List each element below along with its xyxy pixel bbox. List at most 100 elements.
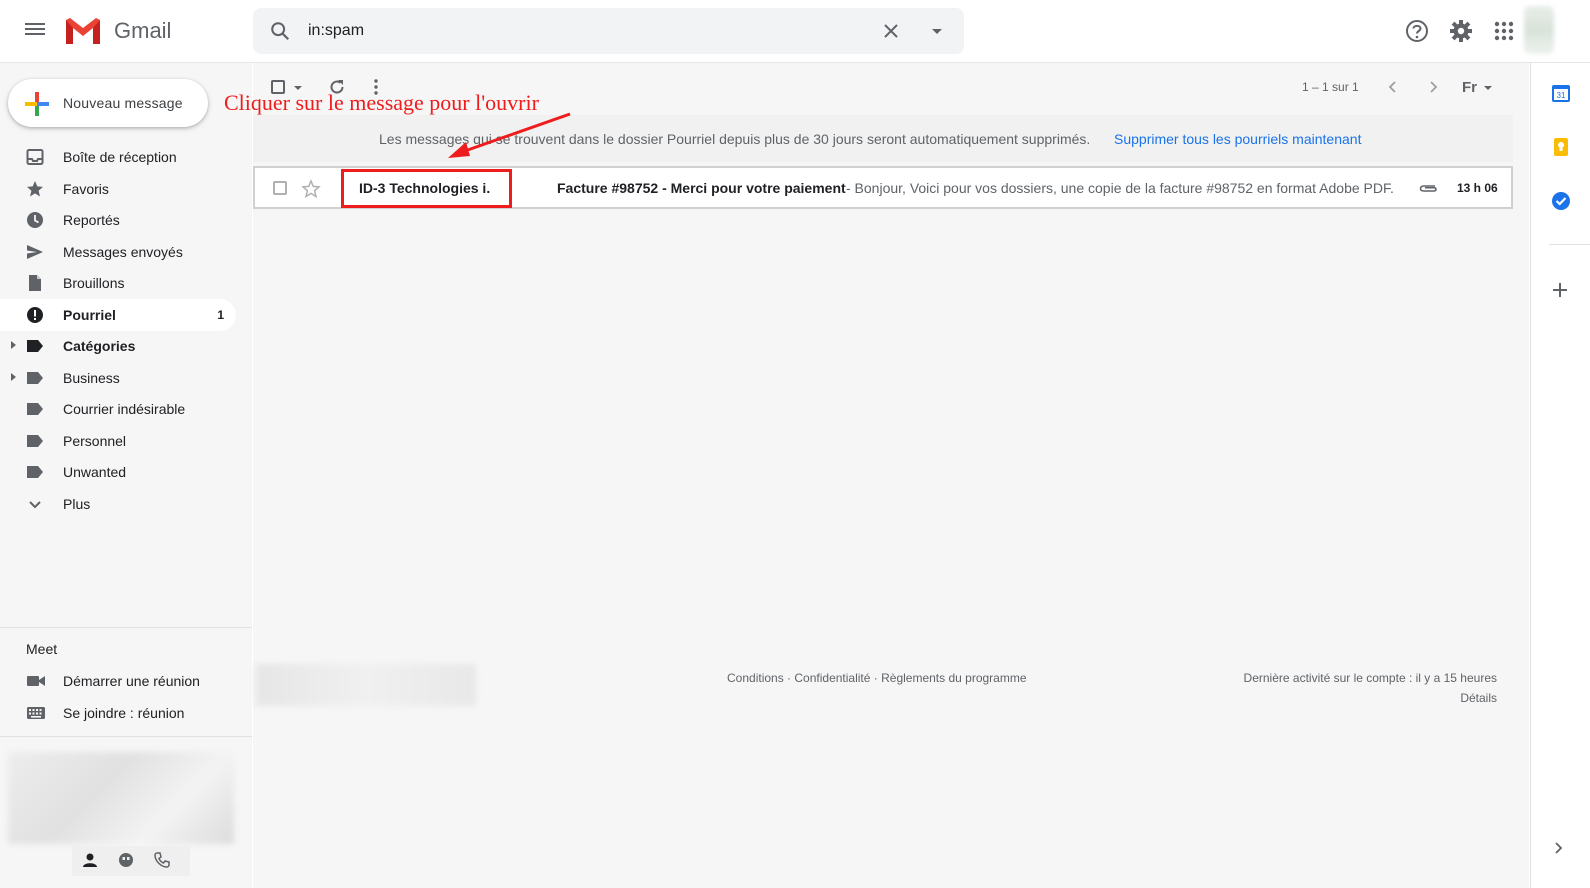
sidebar-item-label: Pourriel (63, 306, 116, 323)
hangouts-contacts-panel (8, 752, 234, 844)
tasks-icon[interactable] (1551, 191, 1571, 211)
email-snippet: - Bonjour, Voici pour vos dossiers, une … (846, 180, 1394, 196)
sidebar-divider (0, 627, 252, 628)
storage-usage-blurred (256, 664, 476, 706)
sidebar-item-business[interactable]: Business (0, 362, 236, 394)
sidebar-item-label: Personnel (63, 432, 127, 449)
spam-icon (27, 306, 43, 323)
sidebar-item-more[interactable]: Plus (0, 488, 236, 520)
last-activity-text: Dernière activité sur le compte : il y a… (1243, 671, 1497, 685)
annotation-arrow-icon (448, 112, 571, 158)
inbox-icon (26, 149, 44, 165)
sidebar-item-label: Catégories (63, 338, 136, 354)
search-options-icon[interactable] (927, 21, 947, 41)
attachment-icon (1419, 185, 1437, 192)
meet-start-meeting[interactable]: Démarrer une réunion (0, 666, 240, 696)
email-sender: ID-3 Technologies i. (359, 180, 491, 196)
keep-icon[interactable] (1551, 137, 1571, 157)
expand-panel-chevron-icon[interactable] (1551, 841, 1565, 855)
sidebar-item-personal[interactable]: Personnel (0, 425, 236, 457)
sidebar-item-unwanted[interactable]: Unwanted (0, 456, 236, 488)
conditions-link[interactable]: Conditions (727, 671, 784, 685)
meet-section-title: Meet (26, 641, 58, 657)
chevron-left-icon[interactable] (1386, 80, 1400, 94)
expand-arrow-icon[interactable] (11, 341, 16, 349)
sidebar-item-starred[interactable]: Favoris (0, 173, 236, 205)
apps-grid-icon[interactable] (1491, 18, 1517, 44)
chevron-down-icon (29, 500, 41, 508)
send-icon (27, 244, 43, 259)
sidebar-item-drafts[interactable]: Brouillons (0, 267, 236, 299)
gmail-m-icon (66, 18, 100, 44)
email-select-checkbox[interactable] (273, 181, 287, 195)
chevron-right-icon[interactable] (1426, 80, 1440, 94)
meet-join-meeting[interactable]: Se joindre : réunion (0, 698, 240, 728)
sidebar-item-label: Courrier indésirable (63, 401, 186, 417)
sidebar-item-label: Boîte de réception (63, 149, 177, 165)
calendar-icon[interactable]: 31 (1551, 83, 1571, 103)
search-icon[interactable] (269, 20, 291, 42)
sidebar-item-junk[interactable]: Courrier indésirable (0, 393, 236, 425)
pagination-text: 1 – 1 sur 1 (1302, 80, 1359, 94)
search-bar[interactable] (253, 8, 964, 54)
sidebar-item-label: Business (63, 369, 120, 386)
settings-gear-icon[interactable] (1448, 18, 1474, 44)
meet-start-label: Démarrer une réunion (63, 673, 200, 689)
video-camera-icon (27, 676, 45, 686)
draft-icon (29, 275, 41, 291)
person-icon[interactable] (82, 852, 98, 868)
folder-list: Boîte de réception Favoris Reportés Mess… (0, 141, 252, 519)
gmail-logo[interactable]: Gmail (64, 16, 171, 46)
keyboard-icon (27, 707, 45, 719)
add-addon-icon[interactable] (1551, 281, 1569, 299)
sidebar-item-label: Plus (63, 495, 91, 512)
clear-search-icon[interactable] (881, 21, 901, 41)
delete-all-spam-link[interactable]: Supprimer tous les pourriels maintenant (1114, 131, 1361, 147)
star-outline-icon[interactable] (301, 179, 321, 199)
privacy-link[interactable]: Confidentialité (794, 671, 870, 685)
gmail-app: Gmail in:spam Nouveau message Boîte de r… (0, 0, 1590, 888)
email-subject: Facture #98752 - Merci pour votre paieme… (557, 180, 846, 196)
sidebar-item-spam[interactable]: Pourriel 1 (0, 299, 236, 331)
expand-arrow-icon[interactable] (11, 372, 16, 381)
sidebar-item-label: Reportés (63, 212, 120, 228)
compose-label: Nouveau message (63, 95, 183, 111)
sidebar-item-label: Messages envoyés (63, 243, 183, 260)
compose-plus-icon (25, 92, 49, 116)
sidebar-item-snoozed[interactable]: Reportés (0, 204, 236, 236)
label-icon (27, 371, 43, 384)
help-icon[interactable] (1404, 18, 1430, 44)
sidebar-item-label: Unwanted (63, 464, 127, 480)
sidebar-item-label: Brouillons (63, 275, 125, 291)
main-menu-icon[interactable] (22, 20, 48, 44)
search-input[interactable] (308, 20, 868, 42)
input-language-toggle[interactable]: Fr (1462, 79, 1477, 96)
side-panel: 31 (1530, 63, 1590, 888)
account-avatar[interactable] (1524, 6, 1554, 54)
phone-icon[interactable] (154, 852, 170, 868)
gmail-wordmark: Gmail (114, 18, 172, 43)
compose-button[interactable]: Nouveau message (8, 79, 208, 127)
side-panel-divider (1549, 244, 1590, 245)
top-header: Gmail (0, 0, 1590, 63)
sidebar-item-inbox[interactable]: Boîte de réception (0, 141, 236, 173)
hangouts-quote-icon[interactable] (118, 852, 134, 868)
email-time: 13 h 06 (1457, 181, 1498, 195)
label-icon (27, 434, 43, 447)
language-dropdown-icon[interactable] (1484, 86, 1492, 90)
label-icon (27, 340, 43, 352)
activity-details-link[interactable]: Détails (1460, 691, 1497, 705)
label-icon (27, 403, 43, 415)
policies-link[interactable]: Règlements du programme (881, 671, 1026, 685)
clock-icon (27, 212, 43, 228)
hangouts-tabs (72, 846, 190, 876)
sidebar-item-sent[interactable]: Messages envoyés (0, 236, 236, 268)
sidebar-item-categories[interactable]: Catégories (0, 330, 236, 362)
label-icon (27, 466, 43, 478)
sidebar-divider (0, 736, 252, 737)
star-icon (27, 180, 43, 196)
meet-join-label: Se joindre : réunion (63, 705, 185, 721)
calendar-day: 31 (1557, 91, 1566, 100)
footer-links: Conditions · Confidentialité · Règlement… (727, 671, 1027, 685)
email-row[interactable]: ID-3 Technologies i. Facture #98752 - Me… (253, 166, 1513, 209)
